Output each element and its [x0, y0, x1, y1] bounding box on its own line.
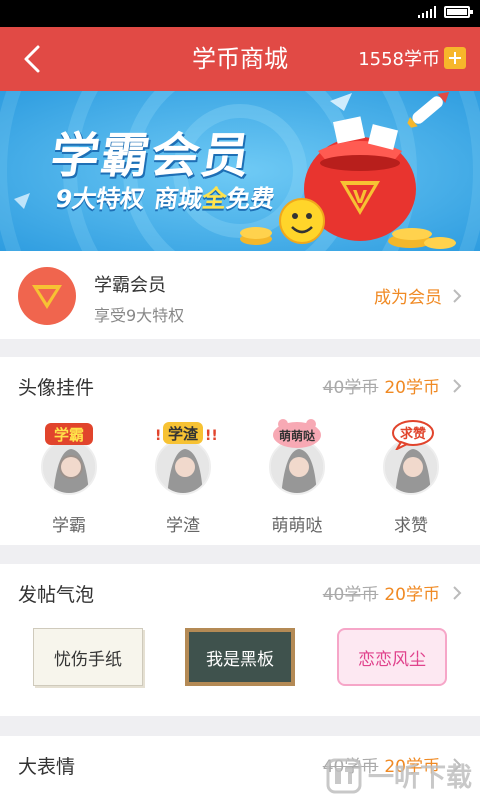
plus-icon	[449, 52, 461, 64]
watermark: 一听下载	[326, 757, 472, 794]
new-price: 20学币	[384, 378, 440, 398]
bubble-item-tissue[interactable]: 忧伤手纸	[33, 628, 143, 686]
pendant-price: 40学币 20学币	[323, 373, 462, 398]
pendant-item-xuezha[interactable]: !! 学渣!! 学渣	[133, 417, 233, 536]
pendant-label: 学霸	[52, 516, 86, 536]
xueba-sticker: 学霸	[33, 417, 105, 451]
member-name: 学霸会员	[94, 275, 166, 296]
qiuzan-sticker: 求赞	[375, 417, 447, 451]
pendant-list: 学霸 学霸 !! 学渣!! 学渣 萌萌哒 萌萌哒 求赞 求赞	[0, 417, 480, 536]
back-arrow-icon	[24, 45, 40, 73]
become-member-label: 成为会员	[374, 288, 442, 308]
back-button[interactable]	[8, 35, 56, 83]
add-coins-button[interactable]	[444, 47, 466, 69]
status-icons	[418, 6, 473, 18]
mengmengda-sticker: 萌萌哒	[261, 417, 333, 451]
new-price: 20学币	[384, 585, 440, 605]
svg-text:!!: !!	[205, 428, 218, 444]
chevron-right-icon	[453, 585, 462, 600]
pendant-label: 求赞	[394, 516, 428, 536]
coin-balance-label: 1558学币	[358, 49, 440, 70]
avatar: 学霸	[33, 417, 105, 497]
bubble-label: 恋恋风尘	[358, 649, 426, 670]
bubble-item-blackboard[interactable]: 我是黑板	[185, 628, 295, 686]
pendant-header[interactable]: 头像挂件 40学币 20学币	[0, 357, 480, 413]
battery-icon	[444, 6, 473, 18]
chevron-right-icon	[453, 378, 462, 393]
bubble-label: 忧伤手纸	[54, 649, 122, 670]
bubble-price: 40学币 20学币	[323, 580, 462, 605]
pendant-item-mengmengda[interactable]: 萌萌哒 萌萌哒	[247, 417, 347, 536]
pendant-title: 头像挂件	[18, 377, 95, 399]
pendant-label: 萌萌哒	[271, 516, 323, 536]
svg-text:萌萌哒: 萌萌哒	[279, 428, 316, 443]
pendant-label: 学渣	[166, 516, 200, 536]
svg-text:V: V	[353, 187, 367, 208]
member-desc: 享受9大特权	[94, 306, 185, 325]
become-member-link[interactable]: 成为会员	[374, 283, 462, 308]
old-price: 40学币	[322, 585, 379, 605]
banner-title: 学霸会员	[47, 128, 256, 184]
avatar: !! 学渣!!	[147, 417, 219, 497]
signal-icon	[418, 6, 436, 18]
bubble-header[interactable]: 发帖气泡 40学币 20学币	[0, 564, 480, 620]
banner-subtitle: 9大特权 商城全免费	[54, 179, 278, 214]
banner-subtitle-privileges: 9大特权	[53, 185, 147, 213]
watermark-logo-icon	[326, 758, 362, 793]
pendant-item-xueba[interactable]: 学霸 学霸	[19, 417, 119, 536]
bubble-section: 发帖气泡 40学币 20学币 忧伤手纸 我是黑板 恋恋风尘	[0, 564, 480, 716]
banner-subtitle-free: 商城全免费	[152, 185, 277, 213]
bubble-item-love[interactable]: 恋恋风尘	[337, 628, 447, 686]
bubble-title: 发帖气泡	[18, 584, 95, 606]
pendant-section: 头像挂件 40学币 20学币 学霸 学霸 !! 学渣 !! 学渣 萌萌哒 萌萌哒…	[0, 357, 480, 545]
svg-text:学霸: 学霸	[54, 426, 84, 444]
app-bar: 学币商城 1558学币	[0, 27, 480, 91]
pendant-item-qiuzan[interactable]: 求赞 求赞	[361, 417, 461, 536]
coin-balance[interactable]: 1558学币	[358, 45, 466, 71]
svg-text:学渣: 学渣	[168, 425, 199, 443]
vip-badge-icon	[18, 267, 76, 325]
avatar: 求赞	[375, 417, 447, 497]
bubble-label: 我是黑板	[206, 649, 274, 670]
member-row[interactable]: 学霸会员 享受9大特权 成为会员	[0, 251, 480, 339]
emoji-title: 大表情	[18, 756, 76, 778]
watermark-text: 一听下载	[367, 763, 472, 793]
old-price: 40学币	[322, 378, 379, 398]
bubble-list: 忧伤手纸 我是黑板 恋恋风尘	[0, 628, 480, 686]
status-bar	[0, 0, 480, 27]
xuezha-sticker: !! 学渣!!	[147, 417, 219, 451]
avatar: 萌萌哒	[261, 417, 333, 497]
chevron-right-icon	[453, 288, 462, 303]
svg-text:求赞: 求赞	[400, 426, 426, 442]
